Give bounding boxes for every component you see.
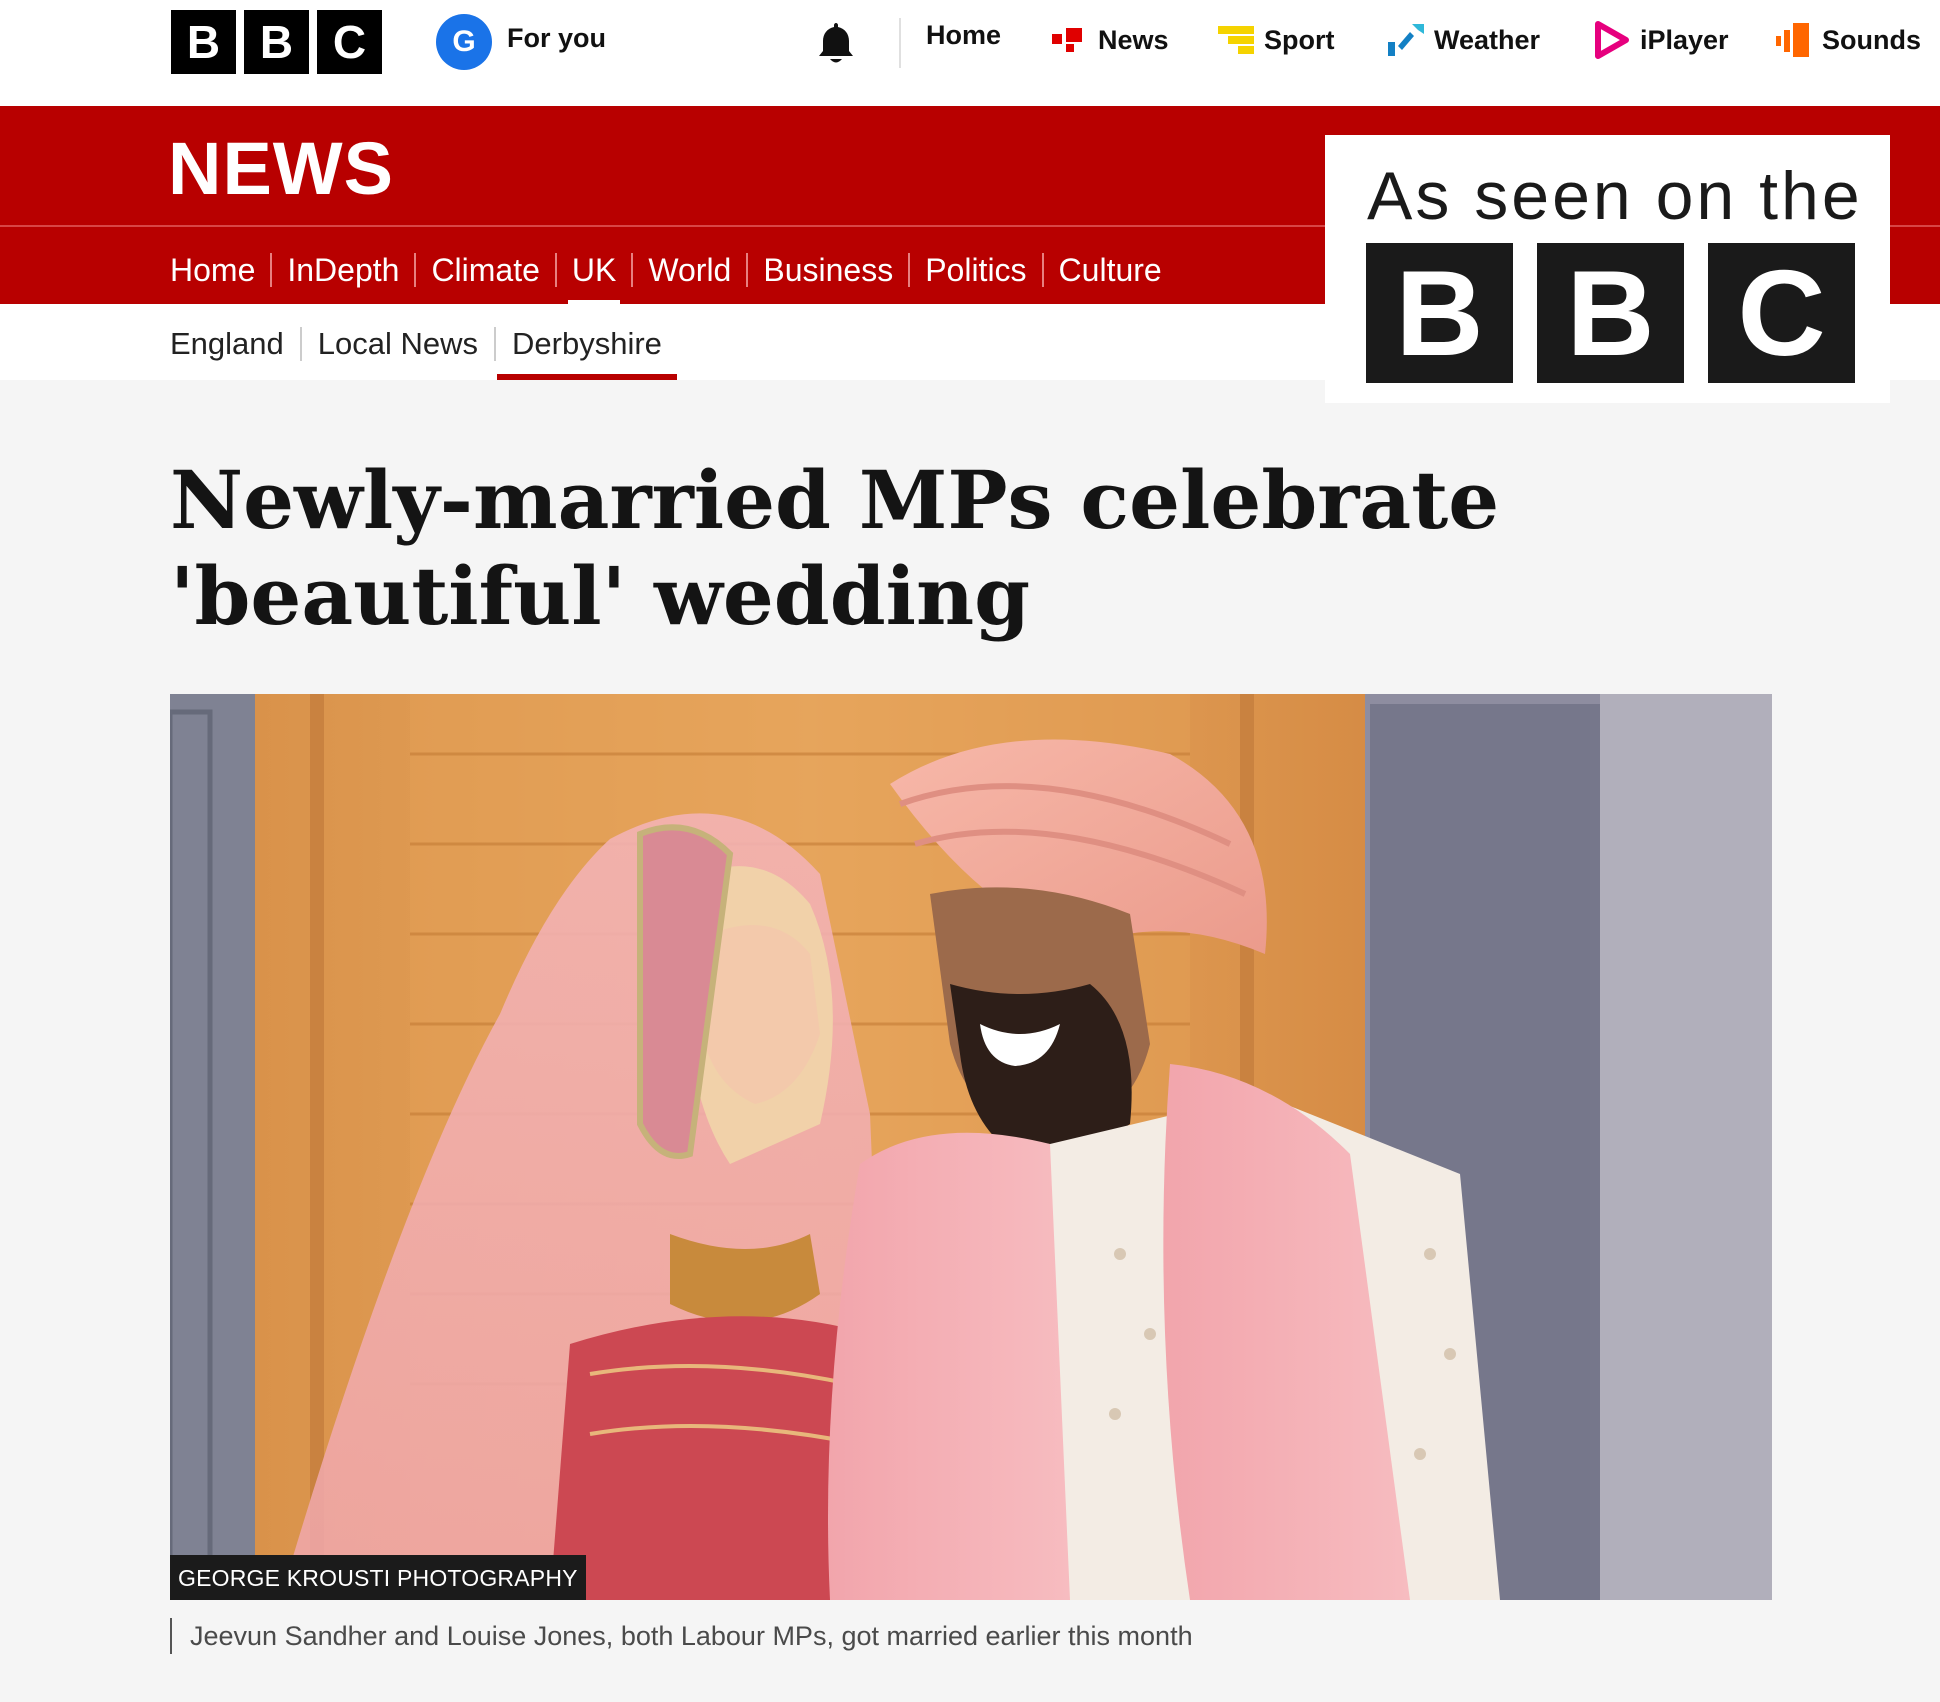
nav-divider <box>899 18 901 68</box>
headline-line: 'beautiful' wedding <box>170 549 1031 643</box>
notifications-bell-icon[interactable] <box>814 20 858 66</box>
account-avatar-icon[interactable]: G <box>436 14 492 70</box>
bbc-logo-block: B <box>171 10 236 74</box>
section-nav-politics[interactable]: Politics <box>925 252 1026 289</box>
top-nav-sounds[interactable]: Sounds <box>1776 20 1921 60</box>
bbc-logo-block: C <box>317 10 382 74</box>
subnav-derbyshire[interactable]: Derbyshire <box>497 326 677 380</box>
news-section-nav: Home InDepth Climate UK World Business P… <box>170 240 1162 306</box>
top-nav-iplayer[interactable]: iPlayer <box>1594 20 1729 60</box>
top-nav-news[interactable]: News <box>1052 20 1169 60</box>
news-section-title[interactable]: NEWS <box>168 126 394 211</box>
sounds-icon <box>1776 23 1809 57</box>
subnav-england[interactable]: England <box>170 326 284 362</box>
nav-separator <box>908 253 911 287</box>
top-nav-sport[interactable]: Sport <box>1218 20 1335 60</box>
section-nav-climate[interactable]: Climate <box>431 252 539 289</box>
badge-logo-block: B <box>1537 243 1684 383</box>
top-nav-label: Home <box>926 20 1002 50</box>
wedding-photo <box>170 694 1772 1600</box>
badge-logo-block: B <box>1366 243 1513 383</box>
nav-separator <box>1041 253 1044 287</box>
section-nav-business[interactable]: Business <box>763 252 893 289</box>
weather-icon <box>1388 24 1424 56</box>
section-nav-indepth[interactable]: InDepth <box>287 252 399 289</box>
top-nav-label: News <box>1098 24 1169 55</box>
nav-separator <box>494 327 497 361</box>
subnav-local-news[interactable]: Local News <box>318 326 478 362</box>
nav-separator <box>270 253 273 287</box>
bbc-logo-block: B <box>244 10 309 74</box>
badge-bbc-logo: B B C <box>1366 243 1855 383</box>
nav-separator <box>554 253 557 287</box>
section-nav-culture[interactable]: Culture <box>1059 252 1162 289</box>
article-hero-image[interactable]: GEORGE KROUSTI PHOTOGRAPHY <box>170 694 1772 1600</box>
section-nav-home[interactable]: Home <box>170 252 255 289</box>
bbc-top-navigation: B B C G For you Home News Sport Weather … <box>0 0 1940 106</box>
badge-text: As seen on the <box>1367 158 1863 234</box>
image-caption: Jeevun Sandher and Louise Jones, both La… <box>170 1618 1193 1654</box>
nav-separator <box>631 253 634 287</box>
as-seen-on-bbc-badge: As seen on the B B C <box>1325 135 1890 403</box>
badge-logo-block: C <box>1708 243 1855 383</box>
nav-separator <box>414 253 417 287</box>
top-nav-weather[interactable]: Weather <box>1388 20 1540 60</box>
sport-icon <box>1218 26 1254 54</box>
headline-line: Newly-married MPs celebrate <box>170 453 1500 547</box>
top-nav-label: iPlayer <box>1640 24 1729 55</box>
image-credit: GEORGE KROUSTI PHOTOGRAPHY <box>170 1555 586 1600</box>
section-nav-world[interactable]: World <box>648 252 731 289</box>
for-you-link[interactable]: For you <box>507 23 606 54</box>
top-nav-label: Sport <box>1264 24 1335 55</box>
section-nav-uk[interactable]: UK <box>567 252 621 306</box>
nav-separator <box>746 253 749 287</box>
nav-separator <box>299 327 302 361</box>
bbc-logo[interactable]: B B C <box>171 10 382 74</box>
iplayer-icon <box>1595 21 1629 59</box>
article-headline: Newly-married MPs celebrate 'beautiful' … <box>170 452 1570 644</box>
news-icon <box>1052 28 1082 52</box>
top-nav-label: Sounds <box>1822 24 1921 55</box>
top-nav-home[interactable]: Home <box>926 20 1001 51</box>
top-nav-label: Weather <box>1434 24 1541 55</box>
